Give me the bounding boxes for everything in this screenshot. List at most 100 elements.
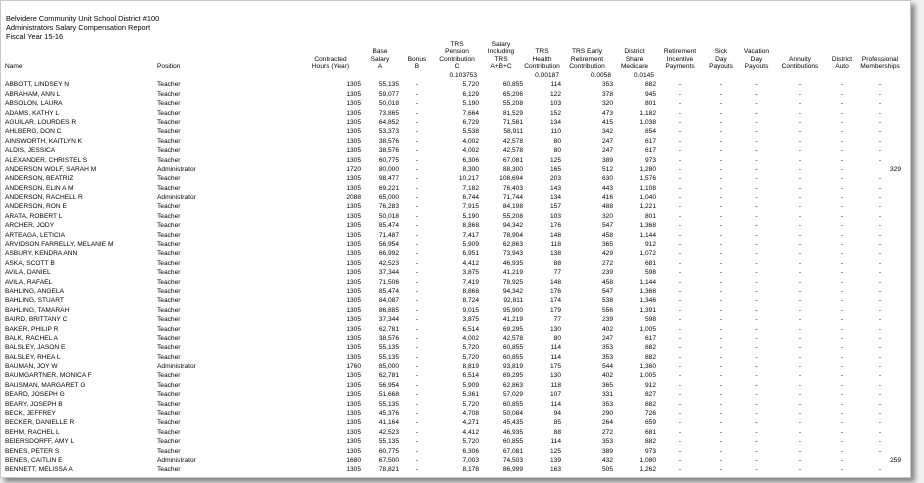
cell-district-medicare: 659: [644, 419, 656, 427]
cell-trs-pension: 5,720: [462, 353, 479, 361]
cell-salary-trs: 69,295: [502, 325, 523, 333]
cell-position: Administrator: [157, 363, 196, 371]
cell-name: ANDERSON, RACHELL R: [5, 194, 83, 202]
cell-district-auto: -: [840, 100, 844, 108]
cell-trs-early: 488: [601, 203, 613, 211]
cell-sick-day: -: [719, 372, 723, 380]
cell-annuity: -: [798, 100, 802, 108]
cell-retirement-incentive: -: [678, 250, 682, 258]
table-row: AVILA, RAFAEL Teacher 1305 71,506 - 7,419 78,9…: [5, 277, 901, 286]
cell-district-auto: -: [840, 306, 844, 314]
cell-trs-health: 107: [549, 391, 561, 399]
cell-retirement-incentive: -: [678, 363, 682, 371]
cell-position: Teacher: [157, 391, 181, 399]
cell-name: BEIERSDORFF, AMY L: [5, 438, 75, 446]
column-header-line: Payouts: [744, 62, 769, 70]
cell-base: 64,852: [378, 118, 399, 126]
cell-trs-early: 389: [601, 156, 613, 164]
cell-trs-early: 547: [601, 222, 613, 230]
cell-trs-health: 114: [550, 438, 561, 446]
table-row: BEARY, JOSEPH B Teacher 1305 55,135 - 5,720 60…: [5, 399, 901, 408]
cell-district-auto: -: [840, 391, 844, 399]
cell-base: 62,781: [378, 372, 399, 380]
cell-trs-early: 353: [601, 438, 613, 446]
cell-vacation-day: -: [755, 344, 758, 352]
column-header-line: Contibutions: [781, 62, 819, 70]
cell-trs-pension: 7,003: [462, 457, 479, 464]
cell-retirement-incentive: -: [678, 231, 682, 239]
cell-trs-pension: 5,720: [462, 344, 479, 352]
cell-district-auto: -: [840, 372, 844, 380]
column-header-line: Salary: [370, 55, 390, 63]
cell-annuity: -: [798, 212, 802, 220]
cell-salary-trs: 92,811: [503, 297, 523, 305]
table-row: BECK, JEFFREY Teacher 1305 45,376 - 4,708 50,0…: [5, 409, 901, 418]
cell-retirement-incentive: -: [678, 353, 682, 361]
column-header-annuity: Annuity Contibutions: [775, 41, 825, 71]
cell-trs-early: 239: [601, 316, 613, 324]
cell-position: Teacher: [157, 269, 181, 277]
cell-professional: -: [878, 410, 882, 418]
cell-vacation-day: -: [755, 241, 758, 249]
cell-trs-early: 353: [601, 400, 613, 408]
cell-professional: -: [878, 137, 882, 145]
cell-sick-day: -: [719, 222, 723, 230]
cell-hours: 1305: [346, 231, 361, 239]
cell-professional: -: [878, 81, 882, 89]
column-header-line: Including: [487, 48, 515, 56]
cell-district-auto: -: [840, 325, 844, 333]
cell-trs-early: 320: [601, 212, 613, 220]
cell-base: 98,477: [378, 175, 399, 183]
cell-bonus: -: [415, 325, 419, 333]
cell-name: ANDERSON WOLF, SARAH M: [5, 165, 97, 173]
cell-hours: 1305: [346, 269, 361, 277]
cell-annuity: -: [798, 109, 802, 117]
cell-salary-trs: 69,295: [502, 372, 523, 380]
cell-salary-trs: 67,081: [502, 156, 523, 164]
cell-annuity: -: [798, 175, 802, 183]
column-header-line: A: [377, 62, 383, 70]
cell-sick-day: -: [719, 100, 723, 108]
column-header-line: Salary: [491, 41, 511, 48]
cell-trs-early: 429: [601, 250, 613, 258]
cell-annuity: -: [798, 90, 802, 98]
cell-name: ARTEAGA, LETICIA: [5, 231, 65, 239]
column-header-line: Bonus: [407, 55, 427, 63]
cell-trs-early: 547: [601, 287, 613, 295]
cell-retirement-incentive: -: [678, 109, 682, 117]
cell-district-medicare: 1,576: [639, 175, 656, 183]
cell-bonus: -: [415, 419, 419, 427]
cell-bonus: -: [415, 175, 419, 183]
column-header-line: Contribution: [524, 62, 560, 70]
cell-base: 37,344: [378, 269, 399, 277]
cell-name: BALK, RACHEL A: [5, 334, 58, 342]
cell-annuity: -: [798, 118, 802, 126]
cell-vacation-day: -: [755, 259, 758, 267]
cell-trs-pension: 9,015: [462, 306, 479, 314]
cell-retirement-incentive: -: [678, 306, 682, 314]
cell-salary-trs: 88,300: [502, 165, 523, 173]
table-row: BAHLING, ANGELA Teacher 1305 85,474 - 8,868 94…: [5, 287, 901, 296]
cell-annuity: -: [798, 400, 802, 408]
column-header-line: TRS Early: [571, 48, 603, 56]
cell-professional: -: [878, 372, 882, 380]
cell-base: 42,523: [378, 428, 399, 436]
cell-sick-day: -: [719, 194, 723, 202]
cell-position: Teacher: [157, 316, 181, 324]
column-header-line: Payouts: [709, 62, 733, 70]
cell-district-auto: -: [840, 410, 844, 418]
cell-hours: 1305: [346, 410, 361, 418]
cell-sick-day: -: [719, 410, 723, 418]
cell-district-medicare: 1,108: [639, 184, 656, 192]
cell-trs-pension: 8,178: [462, 466, 479, 474]
table-row: ANDERSON, ELIN A M Teacher 1305 69,221 - 7,18…: [5, 183, 901, 192]
cell-district-medicare: 1,368: [639, 287, 656, 295]
cell-salary-trs: 78,904: [502, 231, 523, 239]
cell-professional: -: [878, 400, 882, 408]
cell-district-medicare: 1,005: [639, 325, 656, 333]
cell-sick-day: -: [719, 400, 723, 408]
cell-trs-health: 103: [549, 100, 561, 108]
cell-trs-pension: 3,875: [462, 316, 479, 324]
cell-salary-trs: 71,744: [502, 194, 523, 202]
cell-annuity: -: [798, 203, 802, 211]
